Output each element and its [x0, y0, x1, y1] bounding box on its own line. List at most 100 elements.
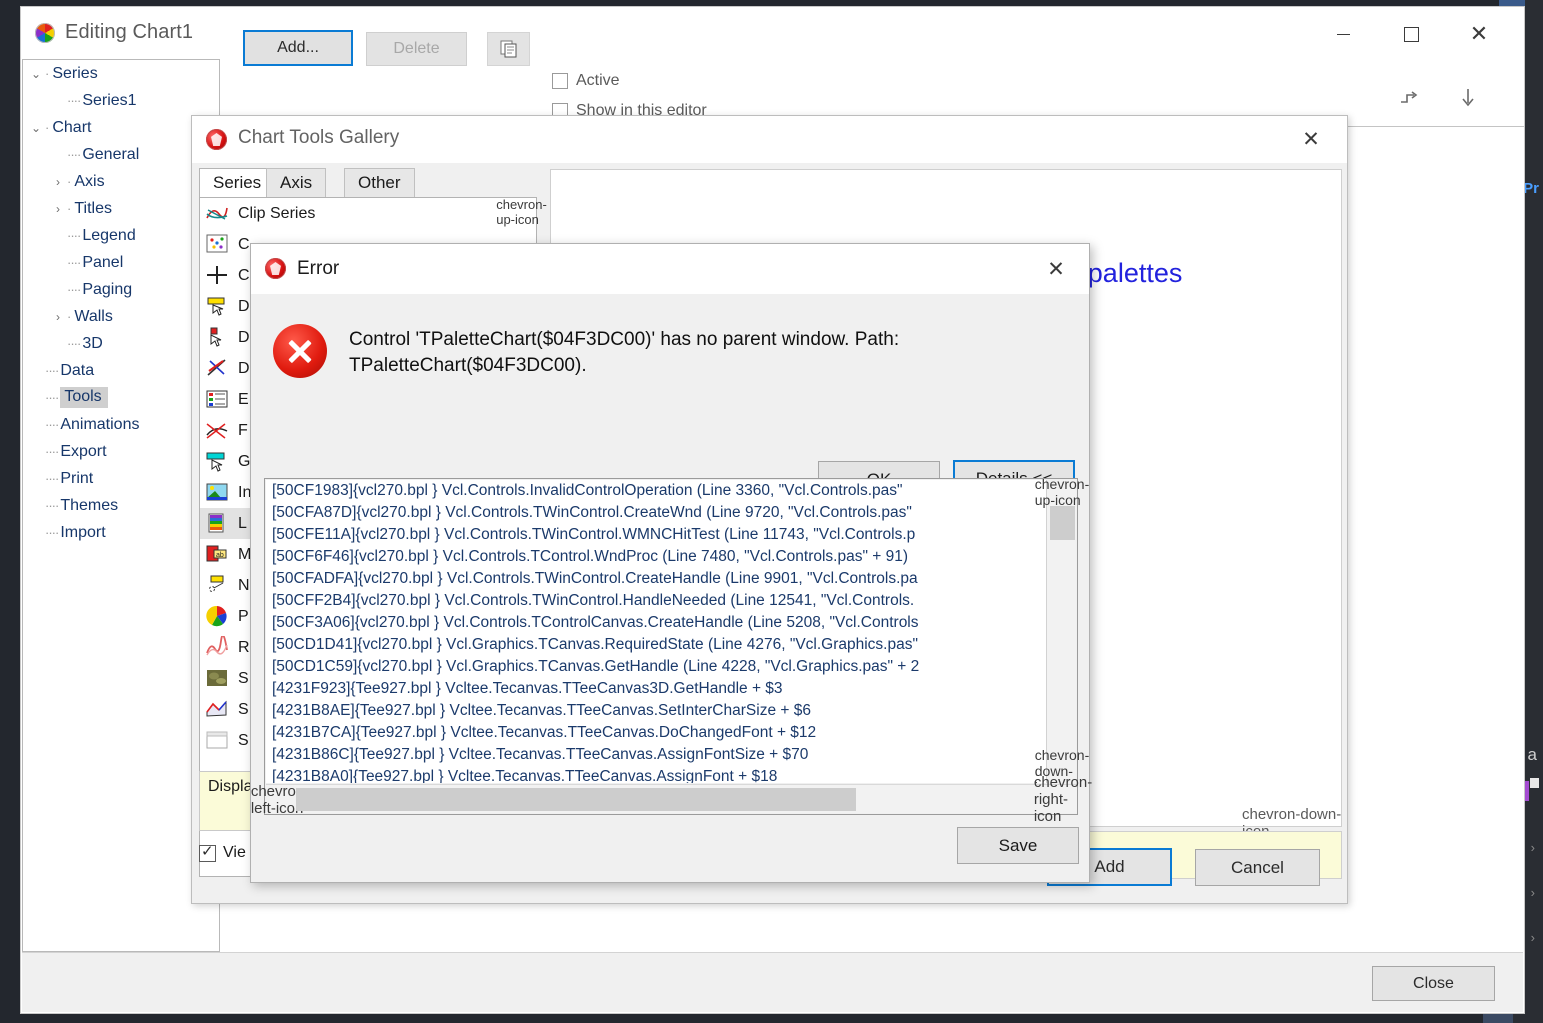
- fibonacci-icon: [205, 419, 231, 443]
- tree-item-animations[interactable]: ···· Animations: [23, 411, 219, 438]
- tree-item-data[interactable]: ···· Data: [23, 357, 219, 384]
- error-titlebar: Error ✕: [251, 244, 1089, 294]
- page-title: Editing Chart1: [65, 21, 194, 43]
- tool-list-item[interactable]: Clip Series: [200, 198, 536, 229]
- tool-item-label: S: [238, 669, 249, 687]
- tool-item-label: L: [238, 514, 247, 532]
- tree-connector: ····: [45, 471, 59, 486]
- desktop-chevron-1[interactable]: ›: [1531, 840, 1535, 855]
- active-checkbox-row[interactable]: Active: [552, 72, 620, 90]
- active-checkbox[interactable]: [552, 73, 568, 89]
- tool-item-label: G: [238, 452, 251, 470]
- clip-series-icon: [205, 202, 231, 226]
- stack-trace-line: [4231B8A0]{Tee927.bpl } Vcltee.Tecanvas.…: [272, 768, 778, 783]
- chevron-down-icon[interactable]: ⌄: [29, 121, 43, 135]
- tool-item-label: D: [238, 297, 250, 315]
- desktop-text-1: Pr: [1523, 180, 1539, 197]
- chevron-up-icon[interactable]: chevron-up-icon: [496, 197, 547, 227]
- error-close-button[interactable]: ✕: [1035, 254, 1077, 284]
- chevron-right-icon[interactable]: chevron-right-icon: [1034, 774, 1092, 825]
- tool-item-label: C: [238, 266, 250, 284]
- tree-item-import[interactable]: ···· Import: [23, 519, 219, 546]
- scroll-thumb-horizontal[interactable]: [296, 788, 856, 811]
- stack-trace-line: [50CFE11A]{vcl270.bpl } Vcl.Controls.TWi…: [272, 526, 916, 543]
- view-checkbox-row[interactable]: Vie: [199, 842, 246, 862]
- tool-item-label: F: [238, 421, 248, 439]
- close-button[interactable]: Close: [1372, 966, 1495, 1001]
- save-button[interactable]: Save: [957, 827, 1079, 864]
- tree-item-label: Import: [60, 523, 106, 541]
- active-label: Active: [576, 72, 620, 89]
- chevron-right-icon[interactable]: ›: [51, 202, 65, 216]
- tab-axis[interactable]: Axis: [266, 168, 327, 197]
- tree-item-series[interactable]: ⌄ · Series: [23, 60, 219, 87]
- tree-item-themes[interactable]: ···· Themes: [23, 492, 219, 519]
- tree-item-axis[interactable]: › · Axis: [23, 168, 219, 195]
- chevron-right-icon[interactable]: ›: [51, 310, 65, 324]
- nearest-point-icon: [205, 574, 231, 598]
- tree-item-walls[interactable]: › · Walls: [23, 303, 219, 330]
- chevron-right-icon[interactable]: ›: [51, 175, 65, 189]
- cancel-button[interactable]: Cancel: [1195, 849, 1320, 886]
- stack-trace-horizontal-scrollbar[interactable]: chevron-left-icon chevron-right-icon: [251, 774, 1092, 825]
- chevron-up-icon[interactable]: chevron-up-icon: [1035, 476, 1089, 508]
- gallery-close-button[interactable]: ✕: [1291, 124, 1331, 154]
- view-checkbox[interactable]: [199, 842, 216, 862]
- stack-trace-pane: [50CF1983]{vcl270.bpl } Vcl.Controls.Inv…: [251, 476, 1092, 825]
- tree-connector: ····: [67, 282, 81, 297]
- error-x-icon: [273, 324, 327, 378]
- chevron-left-icon[interactable]: chevron-left-icon: [251, 783, 309, 817]
- tree-item-export[interactable]: ···· Export: [23, 438, 219, 465]
- stack-trace-vertical-scrollbar[interactable]: chevron-up-icon chevron-down-icon: [1035, 476, 1089, 795]
- tree-item-titles[interactable]: › · Titles: [23, 195, 219, 222]
- tree-item-chart[interactable]: ⌄ · Chart: [23, 114, 219, 141]
- arrow-corner-icon[interactable]: [1398, 89, 1420, 117]
- tool-item-label: E: [238, 390, 249, 408]
- stack-trace-line: [50CFADFA]{vcl270.bpl } Vcl.Controls.TWi…: [272, 570, 918, 587]
- desktop-chevron-3[interactable]: ›: [1531, 930, 1535, 945]
- tree-item-tools[interactable]: ···· Tools: [23, 384, 219, 411]
- close-window-button[interactable]: ✕: [1456, 19, 1502, 49]
- copy-icon[interactable]: [487, 32, 530, 66]
- tree-item-label: Tools: [60, 387, 108, 408]
- stack-trace-line: [50CFF2B4]{vcl270.bpl } Vcl.Controls.TWi…: [272, 592, 915, 609]
- tree-item-label: Titles: [74, 199, 112, 217]
- tree-item-series1[interactable]: ···· Series1: [23, 87, 219, 114]
- desktop-chevron-2[interactable]: ›: [1531, 885, 1535, 900]
- scroll-thumb-vertical[interactable]: [1050, 506, 1075, 540]
- tree-connector: ····: [67, 255, 81, 270]
- tree-item-label: Legend: [82, 226, 136, 244]
- chevron-down-icon[interactable]: ⌄: [29, 67, 43, 81]
- image-tool-icon: [205, 481, 231, 505]
- tree-item-paging[interactable]: ···· Paging: [23, 276, 219, 303]
- series-region-icon: [205, 698, 231, 722]
- tree-item-label: 3D: [82, 334, 103, 352]
- tab-series[interactable]: Series: [199, 168, 276, 197]
- tree-item-3d[interactable]: ···· 3D: [23, 330, 219, 357]
- minimize-button[interactable]: [1320, 19, 1366, 49]
- tool-item-label: C: [238, 235, 250, 253]
- tree-item-label: Paging: [82, 280, 133, 298]
- drag-point-icon: [205, 326, 231, 350]
- stack-trace-list[interactable]: [50CF1983]{vcl270.bpl } Vcl.Controls.Inv…: [266, 480, 1047, 783]
- tree-item-general[interactable]: ···· General: [23, 141, 219, 168]
- tree-item-panel[interactable]: ···· Panel: [23, 249, 219, 276]
- tree-item-legend[interactable]: ···· Legend: [23, 222, 219, 249]
- stack-trace-line: [4231F923]{Tee927.bpl } Vcltee.Tecanvas.…: [272, 680, 783, 697]
- rotate-tool-icon: [205, 635, 231, 660]
- tree-connector: ·: [45, 120, 50, 135]
- desktop-swatch-white: [1530, 778, 1539, 788]
- editor-footer: Close: [22, 952, 1523, 1012]
- add-button[interactable]: Add...: [243, 30, 353, 66]
- arrow-down-icon[interactable]: [1460, 87, 1482, 117]
- extra-legend-icon: [205, 388, 231, 412]
- tree-item-label: Chart: [52, 118, 92, 136]
- stack-trace-line: [50CF1983]{vcl270.bpl } Vcl.Controls.Inv…: [272, 482, 903, 499]
- maximize-button[interactable]: [1388, 19, 1434, 49]
- gallery-tabs[interactable]: Series Axis Other: [199, 168, 539, 197]
- tree-item-print[interactable]: ···· Print: [23, 465, 219, 492]
- tree-item-label: Axis: [74, 172, 105, 190]
- tool-item-label: D: [238, 328, 250, 346]
- tab-other[interactable]: Other: [344, 168, 415, 197]
- tool-item-label: N: [238, 576, 250, 594]
